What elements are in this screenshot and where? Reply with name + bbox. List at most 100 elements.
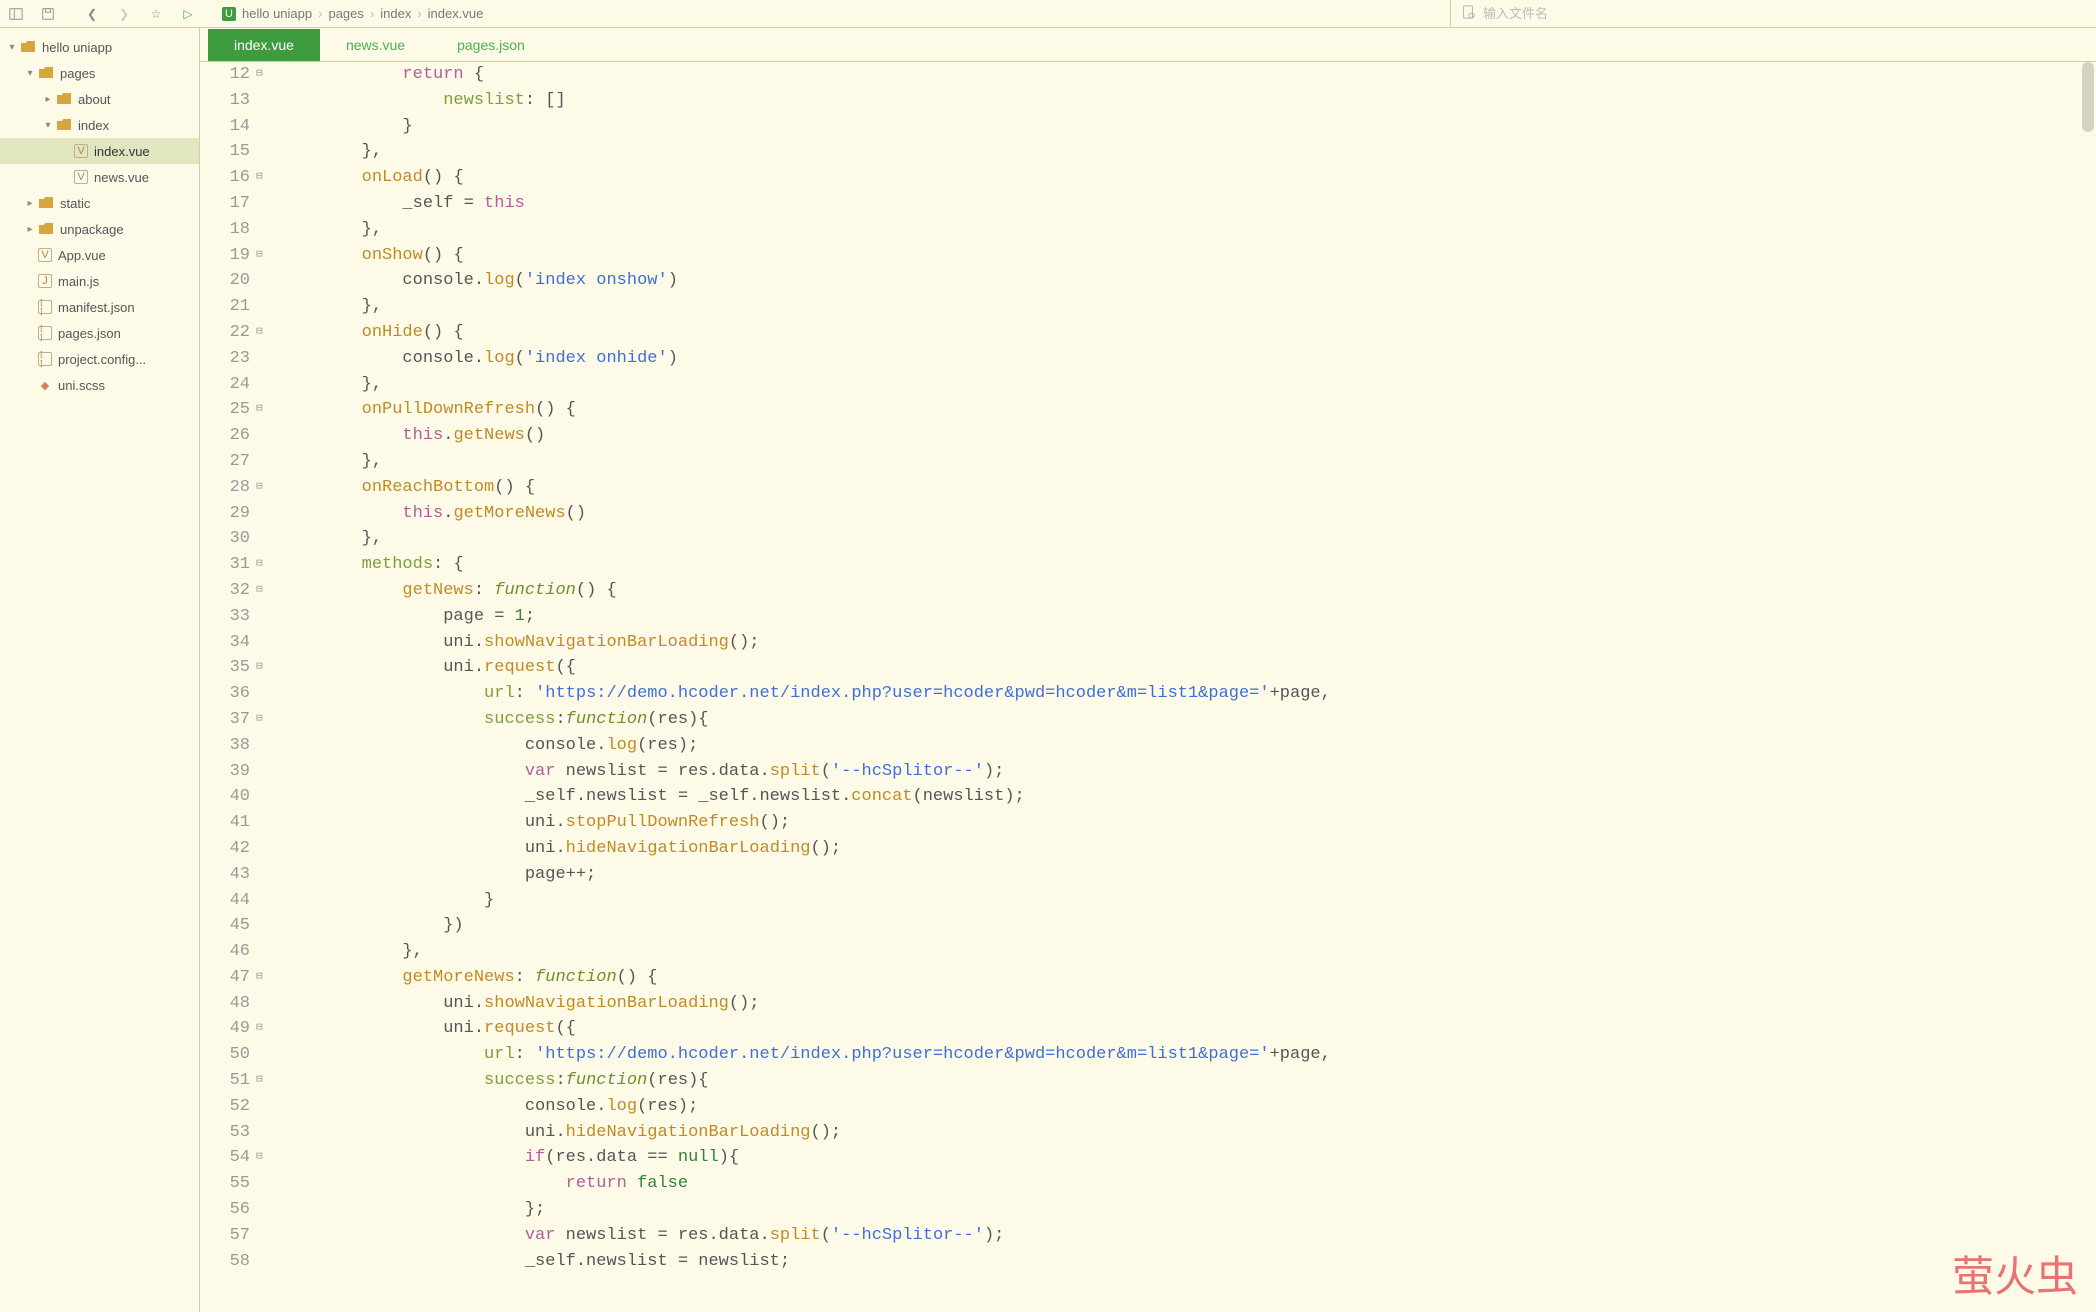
breadcrumb-seg[interactable]: pages: [328, 6, 363, 21]
code-line[interactable]: },: [270, 294, 1331, 320]
tree-caret-icon[interactable]: ▾: [6, 42, 18, 53]
scrollbar-thumb[interactable]: [2082, 62, 2094, 132]
fold-icon[interactable]: ⊟: [256, 475, 270, 501]
fold-icon[interactable]: ⊟: [256, 397, 270, 423]
code-line[interactable]: console.log('index onhide'): [270, 346, 1331, 372]
code-line[interactable]: newslist: []: [270, 88, 1331, 114]
code-line[interactable]: onReachBottom() {: [270, 475, 1331, 501]
star-icon[interactable]: ☆: [146, 4, 166, 24]
tree-item[interactable]: ▾pages: [0, 60, 199, 86]
code-line[interactable]: uni.stopPullDownRefresh();: [270, 810, 1331, 836]
code-line[interactable]: },: [270, 139, 1331, 165]
tree-label: unpackage: [60, 222, 124, 237]
code-line[interactable]: return false: [270, 1171, 1331, 1197]
code-line[interactable]: _self.newslist = newslist;: [270, 1249, 1331, 1275]
forward-icon[interactable]: ❯: [114, 4, 134, 24]
code-line[interactable]: }): [270, 913, 1331, 939]
breadcrumb-seg[interactable]: index.vue: [428, 6, 484, 21]
fold-icon[interactable]: ⊟: [256, 1016, 270, 1042]
fold-icon[interactable]: ⊟: [256, 578, 270, 604]
code-line[interactable]: uni.request({: [270, 1016, 1331, 1042]
code-line[interactable]: }: [270, 888, 1331, 914]
code-line[interactable]: },: [270, 526, 1331, 552]
code-line[interactable]: this.getNews(): [270, 423, 1331, 449]
tree-item[interactable]: ▾hello uniapp: [0, 34, 199, 60]
save-icon[interactable]: [38, 4, 58, 24]
code-line[interactable]: },: [270, 449, 1331, 475]
fold-icon[interactable]: ⊟: [256, 552, 270, 578]
tree-item[interactable]: VApp.vue: [0, 242, 199, 268]
tree-caret-icon[interactable]: ▸: [24, 198, 36, 209]
code-line[interactable]: getNews: function() {: [270, 578, 1331, 604]
fold-icon[interactable]: ⊟: [256, 655, 270, 681]
fold-icon[interactable]: ⊟: [256, 965, 270, 991]
code-line[interactable]: var newslist = res.data.split('--hcSplit…: [270, 1223, 1331, 1249]
tree-item[interactable]: ▸about: [0, 86, 199, 112]
code-line[interactable]: onHide() {: [270, 320, 1331, 346]
fold-icon[interactable]: ⊟: [256, 62, 270, 88]
code-line[interactable]: uni.hideNavigationBarLoading();: [270, 836, 1331, 862]
code-line[interactable]: },: [270, 217, 1331, 243]
file-tree[interactable]: ▾hello uniapp▾pages▸about▾indexVindex.vu…: [0, 28, 200, 1312]
tree-caret-icon[interactable]: ▾: [24, 68, 36, 79]
code-line[interactable]: var newslist = res.data.split('--hcSplit…: [270, 759, 1331, 785]
tree-item[interactable]: [ ]pages.json: [0, 320, 199, 346]
tree-item[interactable]: Jmain.js: [0, 268, 199, 294]
code-line[interactable]: console.log(res);: [270, 1094, 1331, 1120]
code-line[interactable]: };: [270, 1197, 1331, 1223]
code-line[interactable]: },: [270, 372, 1331, 398]
code-line[interactable]: onPullDownRefresh() {: [270, 397, 1331, 423]
code-line[interactable]: onShow() {: [270, 243, 1331, 269]
panel-toggle-icon[interactable]: [6, 4, 26, 24]
code-line[interactable]: console.log(res);: [270, 733, 1331, 759]
code-line[interactable]: getMoreNews: function() {: [270, 965, 1331, 991]
fold-icon[interactable]: ⊟: [256, 707, 270, 733]
code-editor[interactable]: 12⊟ return {13 newslist: []14 }15 },16⊟ …: [200, 62, 2096, 1312]
editor-tab[interactable]: pages.json: [431, 29, 551, 61]
editor-tab[interactable]: news.vue: [320, 29, 431, 61]
code-line[interactable]: uni.showNavigationBarLoading();: [270, 991, 1331, 1017]
fold-icon[interactable]: ⊟: [256, 1068, 270, 1094]
breadcrumb-seg[interactable]: hello uniapp: [242, 6, 312, 21]
code-line[interactable]: uni.request({: [270, 655, 1331, 681]
code-line[interactable]: methods: {: [270, 552, 1331, 578]
code-line[interactable]: if(res.data == null){: [270, 1145, 1331, 1171]
code-line[interactable]: url: 'https://demo.hcoder.net/index.php?…: [270, 681, 1331, 707]
code-line[interactable]: onLoad() {: [270, 165, 1331, 191]
fold-icon[interactable]: ⊟: [256, 1145, 270, 1171]
tree-item[interactable]: ▾index: [0, 112, 199, 138]
tree-caret-icon[interactable]: ▸: [24, 224, 36, 235]
tree-caret-icon[interactable]: ▾: [42, 120, 54, 131]
code-line[interactable]: success:function(res){: [270, 707, 1331, 733]
fold-icon[interactable]: ⊟: [256, 320, 270, 346]
code-line[interactable]: return {: [270, 62, 1331, 88]
tree-item[interactable]: [ ]manifest.json: [0, 294, 199, 320]
code-line[interactable]: page++;: [270, 862, 1331, 888]
code-line[interactable]: uni.hideNavigationBarLoading();: [270, 1120, 1331, 1146]
tree-item[interactable]: Vnews.vue: [0, 164, 199, 190]
tree-item[interactable]: [ ]project.config...: [0, 346, 199, 372]
code-line[interactable]: success:function(res){: [270, 1068, 1331, 1094]
back-icon[interactable]: ❮: [82, 4, 102, 24]
code-line[interactable]: },: [270, 939, 1331, 965]
code-line[interactable]: _self = this: [270, 191, 1331, 217]
fold-icon[interactable]: ⊟: [256, 165, 270, 191]
editor-tab[interactable]: index.vue: [208, 29, 320, 61]
code-line[interactable]: this.getMoreNews(): [270, 501, 1331, 527]
breadcrumb-seg[interactable]: index: [380, 6, 411, 21]
code-line[interactable]: _self.newslist = _self.newslist.concat(n…: [270, 784, 1331, 810]
code-line[interactable]: console.log('index onshow'): [270, 268, 1331, 294]
run-icon[interactable]: ▷: [178, 4, 198, 24]
code-line[interactable]: }: [270, 114, 1331, 140]
fold-icon[interactable]: ⊟: [256, 243, 270, 269]
tree-item[interactable]: ▸ unpackage: [0, 216, 199, 242]
tree-item[interactable]: ◆uni.scss: [0, 372, 199, 398]
code-line[interactable]: url: 'https://demo.hcoder.net/index.php?…: [270, 1042, 1331, 1068]
tree-item[interactable]: ▸static: [0, 190, 199, 216]
fold-icon: [256, 1094, 270, 1120]
tree-caret-icon[interactable]: ▸: [42, 94, 54, 105]
code-line[interactable]: uni.showNavigationBarLoading();: [270, 630, 1331, 656]
filename-input[interactable]: [1483, 6, 1883, 21]
code-line[interactable]: page = 1;: [270, 604, 1331, 630]
tree-item[interactable]: Vindex.vue: [0, 138, 199, 164]
